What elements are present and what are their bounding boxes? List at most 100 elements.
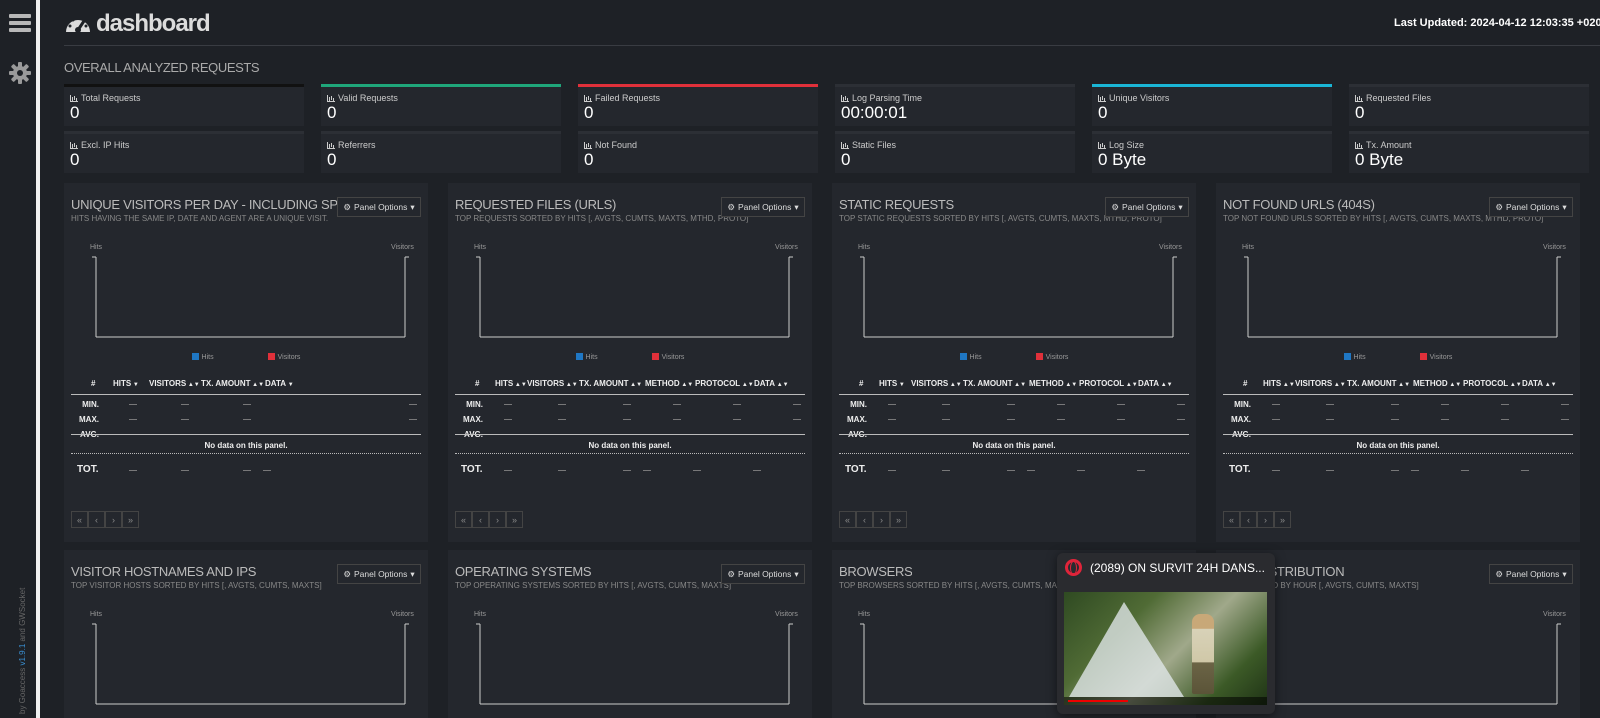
chart-axes [476,256,793,338]
panel: STATIC REQUESTS TOP STATIC REQUESTS SORTE… [832,183,1196,542]
sidebar: by Goaccess v1.9.1 and GWSocket [0,0,40,718]
empty-value: — [1521,466,1529,475]
empty-value: — [1441,415,1449,424]
panel: NOT FOUND URLS (404S) TOP NOT FOUND URLS … [1216,183,1580,542]
column-header[interactable]: METHOD ▲▼ [1029,379,1077,388]
person-image [1192,614,1214,694]
empty-value: — [1057,400,1065,409]
column-label: VISITORS [911,379,949,388]
column-header[interactable]: TX. AMOUNT ▲▼ [963,379,1026,388]
chart-axes [476,623,793,705]
sort-icon: ▲▼ [948,382,962,388]
picture-in-picture-video[interactable]: (2089) ON SURVIT 24H DANS... [1057,553,1275,714]
menu-icon[interactable] [9,14,31,32]
column-header[interactable]: TX. AMOUNT ▲▼ [201,379,264,388]
gear-icon[interactable] [9,62,31,84]
panel-options-button[interactable]: ⚙Panel Options▾ [337,564,421,584]
column-header[interactable]: METHOD ▲▼ [1413,379,1461,388]
panel-options-button[interactable]: ⚙Panel Options▾ [1489,197,1573,217]
metric-label: Tx. Amount [1355,140,1412,150]
next-page-button[interactable]: › [1257,511,1274,528]
pagination: «‹ ›» [455,511,523,528]
speedometer-icon [66,16,90,33]
sort-icon: ▲▼ [740,382,754,388]
panel-options-button[interactable]: ⚙Panel Options▾ [721,197,805,217]
panel-subtitle: TOP OPERATING SYSTEMS SORTED BY HITS [, … [455,581,732,590]
column-header[interactable]: HITS ▼ [879,379,905,388]
empty-value: — [673,400,681,409]
panel-title: NOT FOUND URLS (404S) [1223,197,1375,212]
panel-options-button[interactable]: ⚙Panel Options▾ [1105,197,1189,217]
caret-down-icon: ▾ [794,568,799,579]
gear-icon: ⚙ [727,568,735,579]
column-header[interactable]: PROTOCOL ▲▼ [695,379,754,388]
video-progress-bar[interactable] [1064,697,1267,705]
column-header[interactable]: HITS ▲▼ [495,379,527,388]
next-page-button[interactable]: › [873,511,890,528]
empty-chart: Hits Visitors [1216,241,1580,367]
column-header[interactable]: HITS ▲▼ [1263,379,1295,388]
row-label: MIN. [1234,400,1251,409]
legend-swatch-visitors [651,353,659,360]
metric-card: Log Size 0 Byte [1092,131,1332,173]
column-header[interactable]: HITS ▼ [113,379,139,388]
chart-axes [1244,256,1561,338]
metric-card: Valid Requests 0 [321,84,561,126]
panel-options-button[interactable]: ⚙Panel Options▾ [337,197,421,217]
empty-chart: Hits Visitors [64,241,428,367]
column-header[interactable]: TX. AMOUNT ▲▼ [1347,379,1410,388]
empty-value: — [1461,466,1469,475]
version-link[interactable]: v1.9.1 [18,644,27,666]
empty-value: — [1391,466,1399,475]
panel-options-button[interactable]: ⚙Panel Options▾ [721,564,805,584]
metric-label-text: Unique Visitors [1109,93,1170,103]
column-header[interactable]: VISITORS ▲▼ [1295,379,1346,388]
column-label: VISITORS [149,379,187,388]
prev-page-button[interactable]: ‹ [856,511,873,528]
column-header[interactable]: PROTOCOL ▲▼ [1079,379,1138,388]
column-header[interactable]: DATA ▼ [265,379,294,388]
last-page-button[interactable]: » [890,511,907,528]
summary-row: MIN. — — — — — — [455,400,805,415]
next-page-button[interactable]: › [489,511,506,528]
sort-icon: ▲▼ [1063,382,1078,388]
first-page-button[interactable]: « [1223,511,1240,528]
empty-value: — [263,466,271,475]
last-page-button[interactable]: » [1274,511,1291,528]
empty-chart: Hits Visitors [448,241,812,367]
metric-label: Log Parsing Time [841,93,922,103]
column-label: METHOD [645,379,680,388]
empty-chart: Hits Visitors [832,241,1196,367]
column-header[interactable]: VISITORS ▲▼ [149,379,200,388]
column-header[interactable]: DATA ▲▼ [754,379,789,388]
metric-label-text: Excl. IP Hits [81,140,130,150]
first-page-button[interactable]: « [839,511,856,528]
panel-options-button[interactable]: ⚙Panel Options▾ [1489,564,1573,584]
panel: UNIQUE VISITORS PER DAY - INCLUDING SPID… [64,183,428,542]
video-thumbnail[interactable] [1064,592,1267,705]
last-page-button[interactable]: » [122,511,139,528]
column-header[interactable]: PROTOCOL ▲▼ [1463,379,1522,388]
column-header[interactable]: VISITORS ▲▼ [527,379,578,388]
prev-page-button[interactable]: ‹ [472,511,489,528]
prev-page-button[interactable]: ‹ [1240,511,1257,528]
column-header[interactable]: TX. AMOUNT ▲▼ [579,379,642,388]
sort-icon: ▲▼ [1124,382,1138,388]
column-header[interactable]: METHOD ▲▼ [645,379,693,388]
column-header[interactable]: DATA ▲▼ [1522,379,1557,388]
sort-icon: ▲▼ [564,382,578,388]
first-page-button[interactable]: « [455,511,472,528]
legend-swatch-visitors [1035,353,1043,360]
metric-card: Total Requests 0 [64,84,304,126]
panel-title: VISITOR HOSTNAMES AND IPS [71,564,257,579]
summary-row: MAX. — — — — — — [839,415,1189,430]
column-header[interactable]: VISITORS ▲▼ [911,379,962,388]
sort-icon: ▲▼ [1281,382,1295,388]
first-page-button[interactable]: « [71,511,88,528]
prev-page-button[interactable]: ‹ [88,511,105,528]
empty-value: — [129,466,137,475]
column-header[interactable]: DATA ▲▼ [1138,379,1173,388]
last-page-button[interactable]: » [506,511,523,528]
next-page-button[interactable]: › [105,511,122,528]
column-label: PROTOCOL [1079,379,1125,388]
